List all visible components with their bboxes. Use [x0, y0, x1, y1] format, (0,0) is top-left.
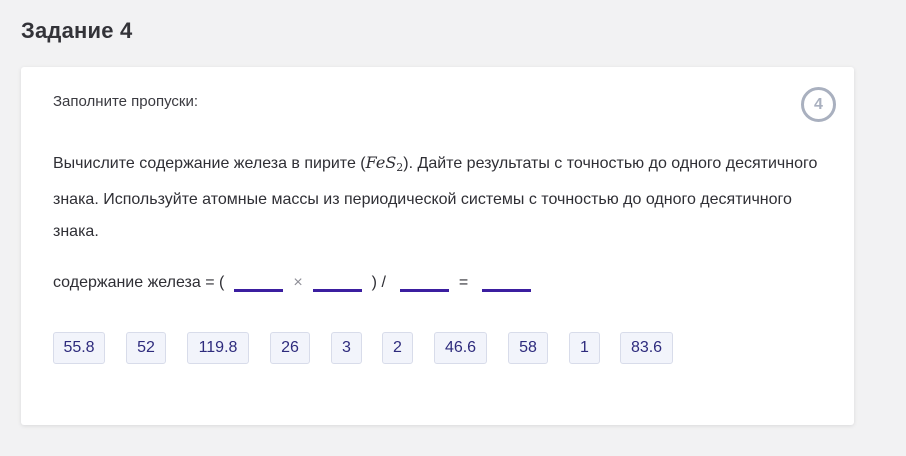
option-chip[interactable]: 26 [270, 332, 310, 364]
blank-4[interactable] [482, 272, 532, 292]
option-chip[interactable]: 46.6 [434, 332, 487, 364]
answer-options: 55.8 52 119.8 26 3 2 46.6 58 1 83.6 [53, 332, 673, 364]
option-chip[interactable]: 3 [331, 332, 362, 364]
option-chip[interactable]: 55.8 [53, 332, 105, 364]
option-chip[interactable]: 52 [126, 332, 166, 364]
question-part-1: Вычислите содержание железа в пирите ( [53, 155, 366, 172]
equation-close-divide: ) / [371, 274, 386, 291]
blank-3[interactable] [399, 272, 449, 292]
task-number-badge: 4 [801, 87, 836, 122]
fill-in-equation: содержание железа = ( × ) / = [53, 264, 532, 292]
option-chip[interactable]: 1 [569, 332, 600, 364]
formula: FeS2 [365, 153, 404, 174]
option-chip[interactable]: 119.8 [187, 332, 249, 364]
equals-sign: = [458, 274, 469, 291]
option-chip[interactable]: 83.6 [620, 332, 673, 364]
question-text: Вычислите содержание железа в пирите (Fe… [53, 147, 823, 248]
option-chip[interactable]: 2 [382, 332, 413, 364]
multiply-sign: × [293, 274, 303, 291]
equation-lead: содержание железа = ( [53, 274, 225, 291]
page-title: Задание 4 [21, 18, 133, 43]
blank-2[interactable] [312, 272, 362, 292]
blank-1[interactable] [234, 272, 284, 292]
task-card: Заполните пропуски: 4 Вычислите содержан… [21, 67, 854, 425]
option-chip[interactable]: 58 [508, 332, 548, 364]
formula-main: FeS [365, 153, 397, 172]
instruction-text: Заполните пропуски: [53, 93, 199, 110]
